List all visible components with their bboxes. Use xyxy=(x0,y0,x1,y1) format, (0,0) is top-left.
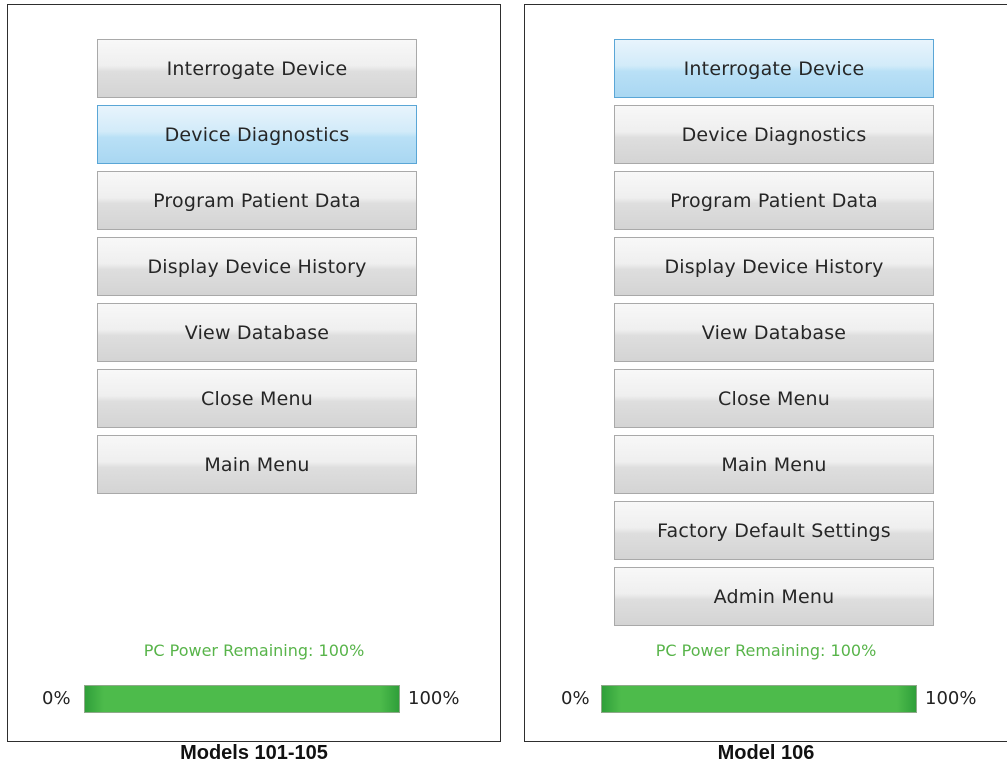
power-remaining-label: PC Power Remaining: 100% xyxy=(655,641,877,660)
power-bar-row: 0% 100% xyxy=(525,685,1007,715)
power-min-label: 0% xyxy=(561,688,590,709)
interrogate-device-button[interactable]: Interrogate Device xyxy=(614,39,934,98)
menu-list: Interrogate Device Device Diagnostics Pr… xyxy=(614,39,934,633)
main-menu-button[interactable]: Main Menu xyxy=(97,435,417,494)
program-patient-data-button[interactable]: Program Patient Data xyxy=(97,171,417,230)
admin-menu-button[interactable]: Admin Menu xyxy=(614,567,934,626)
view-database-button[interactable]: View Database xyxy=(97,303,417,362)
device-diagnostics-button[interactable]: Device Diagnostics xyxy=(614,105,934,164)
main-menu-button[interactable]: Main Menu xyxy=(614,435,934,494)
power-max-label: 100% xyxy=(925,688,977,709)
power-progress-fill xyxy=(85,686,399,712)
caption-model-106: Model 106 xyxy=(717,742,815,764)
power-progress-bar xyxy=(601,685,917,713)
power-min-label: 0% xyxy=(42,688,71,709)
display-device-history-button[interactable]: Display Device History xyxy=(97,237,417,296)
menu-list: Interrogate Device Device Diagnostics Pr… xyxy=(97,39,417,501)
menu-panel-model-106: Interrogate Device Device Diagnostics Pr… xyxy=(524,4,1007,742)
power-progress-bar xyxy=(84,685,400,713)
power-max-label: 100% xyxy=(408,688,460,709)
caption-models-101-105: Models 101-105 xyxy=(180,742,328,764)
interrogate-device-button[interactable]: Interrogate Device xyxy=(97,39,417,98)
device-diagnostics-button[interactable]: Device Diagnostics xyxy=(97,105,417,164)
power-progress-fill xyxy=(602,686,916,712)
view-database-button[interactable]: View Database xyxy=(614,303,934,362)
power-bar-row: 0% 100% xyxy=(8,685,500,715)
close-menu-button[interactable]: Close Menu xyxy=(97,369,417,428)
program-patient-data-button[interactable]: Program Patient Data xyxy=(614,171,934,230)
factory-default-settings-button[interactable]: Factory Default Settings xyxy=(614,501,934,560)
close-menu-button[interactable]: Close Menu xyxy=(614,369,934,428)
power-remaining-label: PC Power Remaining: 100% xyxy=(143,641,365,660)
menu-panel-models-101-105: Interrogate Device Device Diagnostics Pr… xyxy=(7,4,501,742)
display-device-history-button[interactable]: Display Device History xyxy=(614,237,934,296)
